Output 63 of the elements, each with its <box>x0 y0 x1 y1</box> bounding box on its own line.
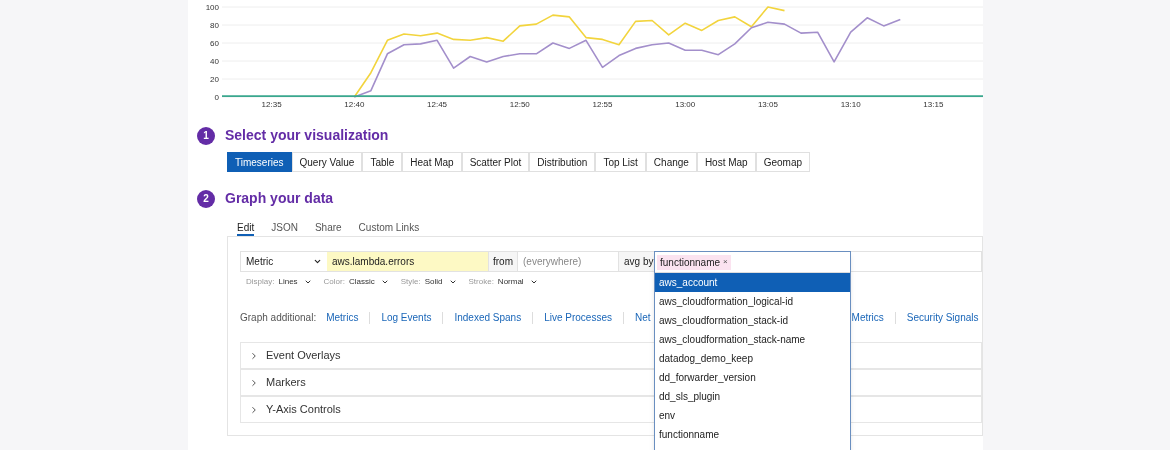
chevron-icon <box>249 350 259 361</box>
visualization-tab[interactable]: Change <box>645 152 697 172</box>
dropdown-option[interactable]: functionname <box>655 425 850 444</box>
visualization-tab[interactable]: Timeseries <box>227 152 292 172</box>
step-number: 1 <box>197 126 215 145</box>
x-axis-label: 13:05 <box>757 100 778 109</box>
y-axis-label: 60 <box>210 39 219 48</box>
dropdown-option[interactable]: dd_forwarder_version <box>655 368 850 387</box>
option-label: Display: <box>246 276 275 288</box>
dropdown-option[interactable]: aws_cloudformation_stack-id <box>655 311 850 330</box>
chevron-icon <box>249 404 259 415</box>
dropdown-option[interactable]: datadog_demo_keep <box>655 349 850 368</box>
visualization-tab[interactable]: Scatter Plot <box>461 152 530 172</box>
option-select[interactable]: Classic <box>348 276 389 288</box>
caret-icon <box>303 278 312 286</box>
caret-icon <box>380 278 389 286</box>
dropdown-option[interactable]: env <box>655 406 850 425</box>
y-axis-label: 0 <box>214 93 219 102</box>
editor-tab[interactable]: Edit <box>237 221 255 236</box>
option-select[interactable]: Normal <box>497 276 538 288</box>
option-select[interactable]: Lines <box>278 276 312 288</box>
editor-tab[interactable]: JSON <box>271 221 298 236</box>
chevron-icon <box>249 377 259 388</box>
graph-additional-link[interactable]: Log Events <box>381 310 432 325</box>
option-select[interactable]: Solid <box>424 276 457 288</box>
step-title: Graph your data <box>225 189 334 208</box>
x-axis-label: 12:55 <box>592 100 613 109</box>
x-axis-label: 12:40 <box>344 100 365 109</box>
step-title: Select your visualization <box>225 126 389 145</box>
x-axis-label: 12:45 <box>427 100 448 109</box>
x-axis-label: 12:35 <box>261 100 282 109</box>
graph-additional-label: Graph additional: <box>240 311 317 325</box>
graph-additional-link[interactable]: Indexed Spans <box>454 310 522 325</box>
caret-icon <box>448 278 457 286</box>
y-axis-label: 100 <box>205 3 219 12</box>
option-label: Stroke: <box>468 276 494 288</box>
graph-additional-link[interactable]: Live Processes <box>544 310 612 325</box>
graph-additional-link[interactable]: Security Signals <box>906 310 979 325</box>
dropdown-option[interactable]: aws_cloudformation_logical-id <box>655 292 850 311</box>
y-axis-label: 80 <box>210 21 219 30</box>
visualization-tab[interactable]: Query Value <box>291 152 363 172</box>
x-axis-label: 12:50 <box>509 100 530 109</box>
visualization-tab[interactable]: Geomap <box>755 152 811 172</box>
option-label: Color: <box>323 276 345 288</box>
dropdown-option[interactable]: aws_account <box>655 273 850 292</box>
graph-additional-link[interactable]: Metrics <box>326 310 359 325</box>
x-axis-label: 13:15 <box>923 100 944 109</box>
editor-tab[interactable]: Share <box>314 221 342 236</box>
option-label: Style: <box>400 276 421 288</box>
x-axis-label: 13:10 <box>840 100 861 109</box>
visualization-tab[interactable]: Heat Map <box>402 152 462 172</box>
visualization-tab[interactable]: Host Map <box>696 152 756 172</box>
step-number: 2 <box>197 189 215 208</box>
editor-tab[interactable]: Custom Links <box>358 221 420 236</box>
visualization-tab[interactable]: Table <box>362 152 403 172</box>
x-axis-label: 13:00 <box>675 100 696 109</box>
graph-additional-link[interactable]: Net <box>635 310 651 325</box>
graph-additional-link[interactable]: Metrics <box>851 310 884 325</box>
y-axis-label: 20 <box>210 75 219 84</box>
visualization-tab[interactable]: Distribution <box>529 152 596 172</box>
caret-icon <box>529 278 538 286</box>
visualization-tab[interactable]: Top List <box>595 152 646 172</box>
y-axis-label: 40 <box>210 57 219 66</box>
